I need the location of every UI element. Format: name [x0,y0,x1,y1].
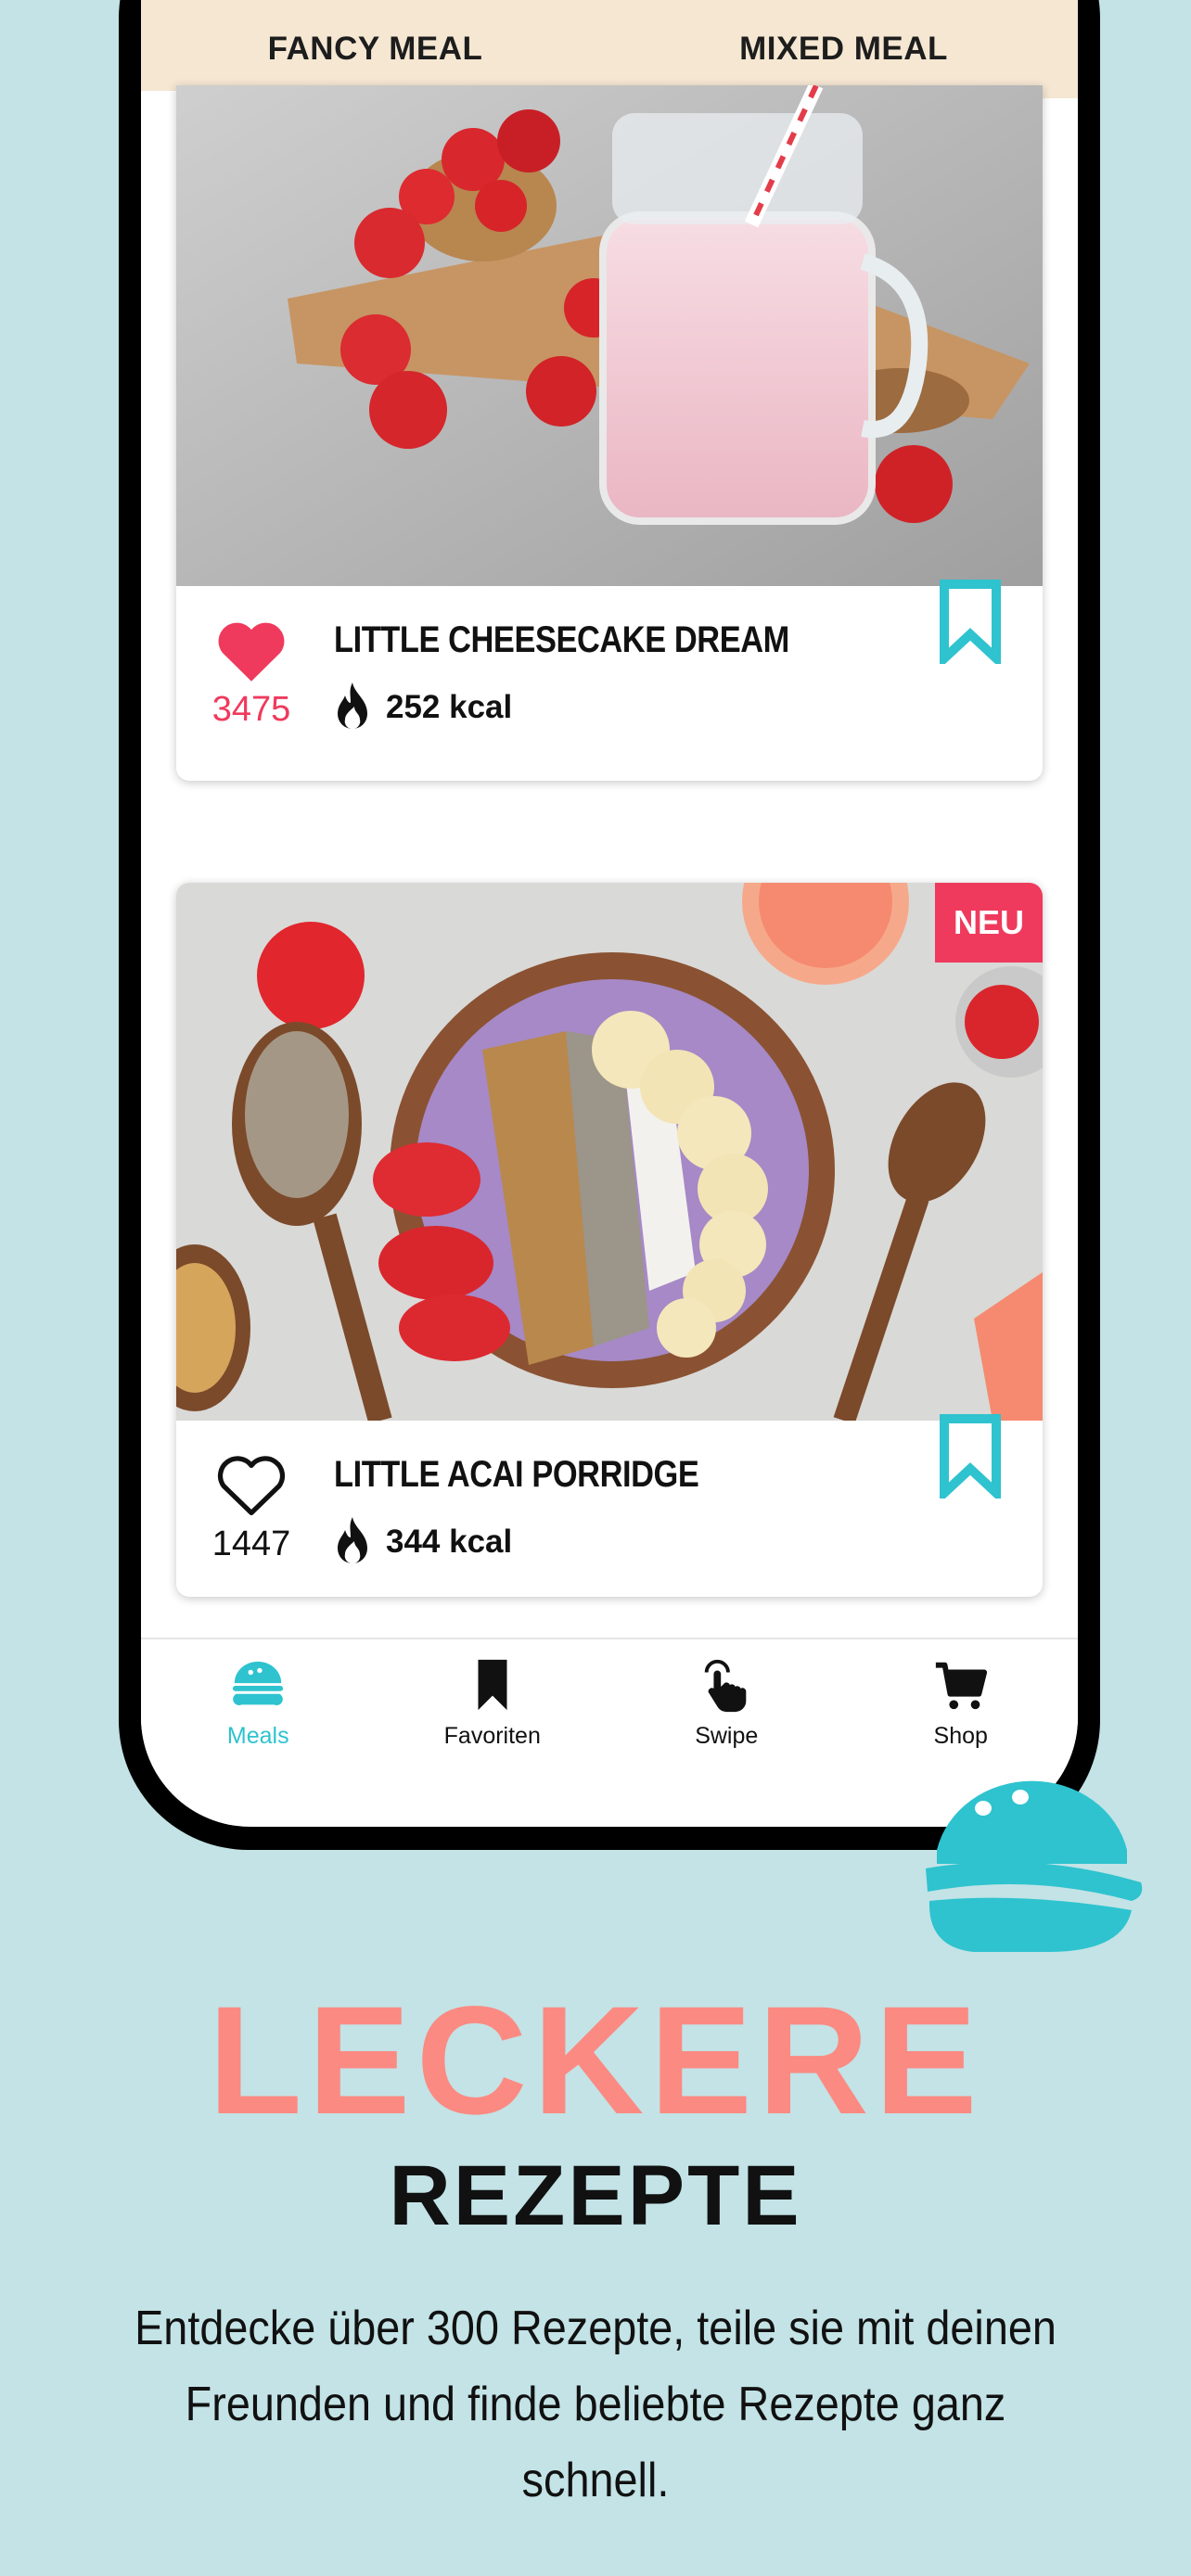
smoothie-photo [176,85,1043,586]
like-count: 3475 [211,690,291,729]
recipe-info: 1447 LITTLE ACAI PORRIDGE 344 kcal [176,1414,1043,1597]
calories: 252 kcal [334,682,512,733]
nav-label: Swipe [695,1723,759,1749]
nav-swipe[interactable]: Swipe [609,1639,844,1825]
description-line: Freunden und finde beliebte Rezepte ganz… [185,2378,1006,2507]
nav-label: Shop [933,1723,988,1749]
acai-bowl-photo [176,883,1043,1421]
app-screen: FANCY MEAL MIXED MEAL 3475 LITTLE CHEESE… [141,0,1078,1827]
recipe-title: LITTLE ACAI PORRIDGE [334,1454,699,1495]
tab-mixed-meal[interactable]: MIXED MEAL [609,0,1078,98]
kcal-value: 344 kcal [386,1524,513,1560]
new-badge: NEU [935,883,1043,963]
calories: 344 kcal [334,1517,512,1567]
burger-icon [233,1661,284,1705]
recipe-title: LITTLE CHEESECAKE DREAM [334,619,789,660]
heart-outline-icon[interactable] [213,1452,289,1519]
bookmark-icon [478,1659,507,1711]
recipe-card[interactable]: NEU 1447 LITTLE ACAI PORRIDGE 344 kcal [176,883,1043,1597]
flame-icon [338,682,367,730]
bookmark-icon[interactable] [939,579,1002,664]
tab-fancy-meal[interactable]: FANCY MEAL [141,0,609,98]
heart-filled-icon[interactable] [213,618,289,684]
nav-label: Favoriten [443,1723,541,1749]
kcal-value: 252 kcal [386,689,513,725]
recipe-info: 3475 LITTLE CHEESECAKE DREAM 252 kcal [176,580,1043,781]
meal-type-tabs: FANCY MEAL MIXED MEAL [141,0,1078,98]
promo-description: Entdecke über 300 Rezepte, teile sie mit… [109,2290,1082,2519]
promo-headline: LECKERE [208,1975,983,2147]
recipe-card[interactable]: 3475 LITTLE CHEESECAKE DREAM 252 kcal [176,85,1043,781]
nav-favoriten[interactable]: Favoriten [376,1639,610,1825]
promo-subheadline: REZEPTE [389,2149,802,2243]
nav-meals[interactable]: Meals [141,1639,376,1825]
flame-icon [338,1517,367,1564]
cart-icon [935,1662,987,1710]
bookmark-icon[interactable] [939,1413,1002,1498]
nav-label: Meals [226,1723,289,1749]
description-line: Entdecke über 300 Rezepte, teile sie mit… [134,2302,1057,2355]
burger-mascot-icon [926,1780,1143,1952]
swipe-hand-icon [705,1659,747,1713]
like-count: 1447 [211,1524,291,1563]
